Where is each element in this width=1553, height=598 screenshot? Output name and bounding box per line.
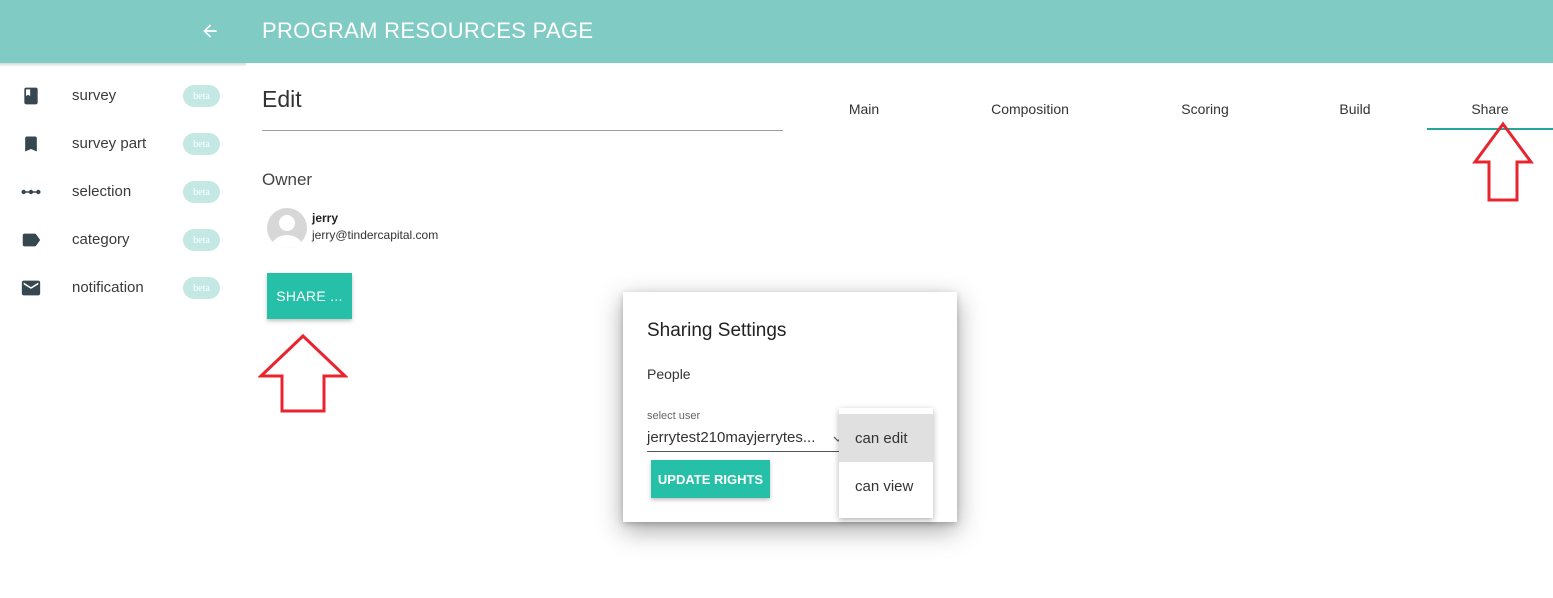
beta-badge: beta: [183, 277, 220, 299]
beta-badge: beta: [183, 85, 220, 107]
sidebar-shadow: [0, 63, 246, 67]
sidebar-item-label: survey: [72, 87, 117, 104]
tab-main[interactable]: Main: [824, 86, 904, 132]
owner-name: jerry: [312, 211, 339, 225]
share-button[interactable]: SHARE ...: [267, 273, 352, 319]
edit-divider: [262, 130, 783, 131]
sidebar-item-survey[interactable]: survey beta: [0, 73, 246, 121]
dots-line-icon: [20, 181, 42, 203]
sidebar-item-category[interactable]: category beta: [0, 217, 246, 265]
beta-badge: beta: [183, 133, 220, 155]
sidebar-item-label: category: [72, 231, 130, 248]
sidebar-item-label: notification: [72, 279, 144, 296]
owner-label: Owner: [262, 170, 313, 189]
avatar: [267, 208, 307, 248]
app-header: PROGRAM RESOURCES PAGE: [0, 0, 1553, 63]
tab-build[interactable]: Build: [1315, 86, 1395, 132]
annotation-arrow-icon: [1472, 121, 1534, 202]
sidebar-item-notification[interactable]: notification beta: [0, 265, 246, 313]
back-button[interactable]: [196, 17, 224, 45]
arrow-left-icon: [203, 24, 217, 38]
rights-dropdown: can edit can view: [839, 408, 933, 518]
user-icon: [272, 215, 302, 248]
select-user-label: select user: [647, 410, 701, 422]
label-tag-icon: [20, 229, 42, 251]
book-icon: [20, 85, 42, 107]
option-can-view[interactable]: can view: [839, 462, 933, 510]
sidebar-item-survey-part[interactable]: survey part beta: [0, 121, 246, 169]
tab-scoring[interactable]: Scoring: [1160, 86, 1250, 132]
beta-badge: beta: [183, 181, 220, 203]
tab-composition[interactable]: Composition: [970, 86, 1090, 132]
sidebar-item-label: survey part: [72, 135, 147, 152]
annotation-arrow-icon: [258, 333, 348, 413]
dialog-title: Sharing Settings: [647, 320, 787, 341]
select-underline: [647, 451, 842, 452]
envelope-icon: [20, 277, 42, 299]
option-can-edit[interactable]: can edit: [839, 414, 933, 462]
sidebar-item-selection[interactable]: selection beta: [0, 169, 246, 217]
select-user-field[interactable]: jerrytest210mayjerrytes...: [647, 429, 815, 446]
owner-email: jerry@tindercapital.com: [312, 228, 439, 242]
sidebar-item-label: selection: [72, 183, 132, 200]
bookmark-icon: [20, 133, 42, 155]
edit-title: Edit: [262, 86, 302, 112]
update-rights-button[interactable]: UPDATE RIGHTS: [651, 460, 770, 498]
beta-badge: beta: [183, 229, 220, 251]
page-title: PROGRAM RESOURCES PAGE: [262, 18, 594, 43]
people-label: People: [647, 366, 691, 382]
